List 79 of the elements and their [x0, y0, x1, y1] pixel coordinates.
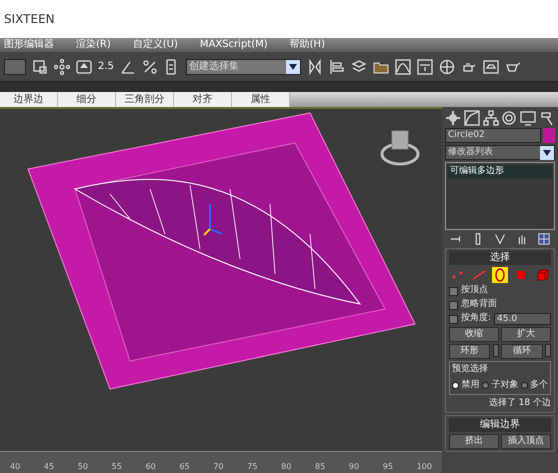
stack-item[interactable]: 可编辑多边形	[448, 165, 552, 178]
hammer-icon[interactable]	[538, 110, 555, 126]
angle-field[interactable]: 45.0	[494, 313, 551, 325]
tick-label: 45	[44, 461, 54, 473]
tick-label: 50	[78, 461, 88, 473]
spinner[interactable]	[545, 344, 551, 357]
ribbon-tab[interactable]: 对齐	[174, 92, 232, 107]
circle-icon[interactable]	[501, 110, 518, 126]
percent-icon[interactable]	[142, 58, 158, 74]
layers-icon[interactable]	[350, 58, 367, 74]
tick-label: 95	[382, 461, 393, 473]
rollout-title[interactable]: 选择	[449, 251, 551, 265]
menu-item[interactable]: 帮助(H)	[290, 38, 325, 52]
object-name-field[interactable]: Circle02	[445, 128, 540, 143]
selection-status: 选择了 18 个边	[488, 396, 551, 410]
panel-button[interactable]: 收缩	[449, 327, 499, 342]
upload-icon[interactable]	[76, 58, 92, 74]
ribbon-tab[interactable]: 边界边	[0, 92, 58, 107]
align-icon[interactable]	[328, 58, 345, 74]
checkbox[interactable]	[449, 300, 458, 310]
viewport[interactable]	[0, 107, 442, 451]
tick-label: 55	[112, 461, 122, 473]
globe-icon[interactable]	[438, 58, 455, 74]
render-frame-icon[interactable]	[482, 58, 499, 74]
radio-label: 禁用	[462, 379, 480, 392]
panel-icon[interactable]	[416, 58, 433, 74]
radio-button[interactable]	[520, 382, 528, 390]
menu-item[interactable]: MAXScript(M)	[200, 38, 268, 52]
rollout-title[interactable]: 编辑边界	[449, 418, 551, 432]
selection-set-dropdown[interactable]: 创建选择集	[186, 58, 301, 74]
spinner[interactable]	[492, 344, 499, 357]
tick-label: 70	[213, 461, 224, 473]
window-icon[interactable]	[32, 58, 48, 74]
tick-label: 40	[10, 461, 20, 473]
dropdown[interactable]	[4, 58, 26, 74]
graph-icon[interactable]	[394, 58, 411, 74]
menu-item[interactable]: 图形编辑器	[4, 38, 54, 52]
caret-icon[interactable]	[286, 60, 300, 74]
radio-button[interactable]	[452, 382, 459, 390]
menu-item[interactable]: 渲染(R)	[76, 38, 111, 52]
view-cube-icon[interactable]	[380, 130, 420, 166]
tick-label: 60	[146, 461, 156, 473]
group-title: 预览选择	[452, 363, 489, 376]
nodes-icon[interactable]	[54, 58, 70, 74]
panel-button[interactable]: 挤出	[449, 434, 499, 449]
grid-icon[interactable]	[537, 232, 551, 246]
panel-button[interactable]: 循环	[501, 344, 542, 359]
checkbox-label: 忽略背面	[461, 298, 497, 312]
curve-icon[interactable]	[464, 110, 480, 126]
ribbon-tab[interactable]: 细分	[58, 92, 116, 107]
radio-label: 子对象	[491, 379, 518, 392]
caret-icon[interactable]	[540, 146, 554, 160]
timeline-ruler[interactable]: 40 45 50 55 60 65 70 75 80 85 90 95 100	[0, 451, 442, 473]
snap-label: 2.5	[98, 60, 114, 74]
modifier-list-dropdown[interactable]: 修改器列表	[445, 145, 555, 160]
tick-label: 75	[247, 461, 258, 473]
monitor-icon[interactable]	[520, 110, 536, 126]
ribbon-tab[interactable]: 属性	[232, 92, 290, 107]
checkbox[interactable]	[449, 314, 458, 324]
checkbox[interactable]	[449, 286, 458, 296]
panel-button[interactable]: 扩大	[501, 327, 551, 342]
ribbon-tab[interactable]: 三角剖分	[116, 92, 174, 107]
page-title: SIXTEEN	[4, 12, 55, 26]
checkbox-label: 按角度:	[461, 312, 492, 326]
panel-button[interactable]: 插入顶点	[501, 434, 551, 449]
tick-label: 80	[281, 461, 292, 473]
border-level-icon[interactable]	[492, 267, 508, 283]
tick-label: 85	[315, 461, 326, 473]
panel-button[interactable]: 环形	[449, 344, 490, 359]
radio-label: 多个	[530, 379, 548, 392]
mirror-icon[interactable]	[306, 58, 323, 74]
tick-label: 90	[348, 461, 360, 473]
tick-label: 65	[179, 461, 190, 473]
radio-button[interactable]	[482, 382, 489, 390]
menu-item[interactable]: 自定义(U)	[132, 38, 178, 52]
checkbox-label: 按顶点	[461, 284, 488, 298]
tick-label: 100	[416, 461, 432, 473]
hierarchy-icon[interactable]	[482, 110, 499, 126]
color-swatch[interactable]	[543, 128, 555, 143]
